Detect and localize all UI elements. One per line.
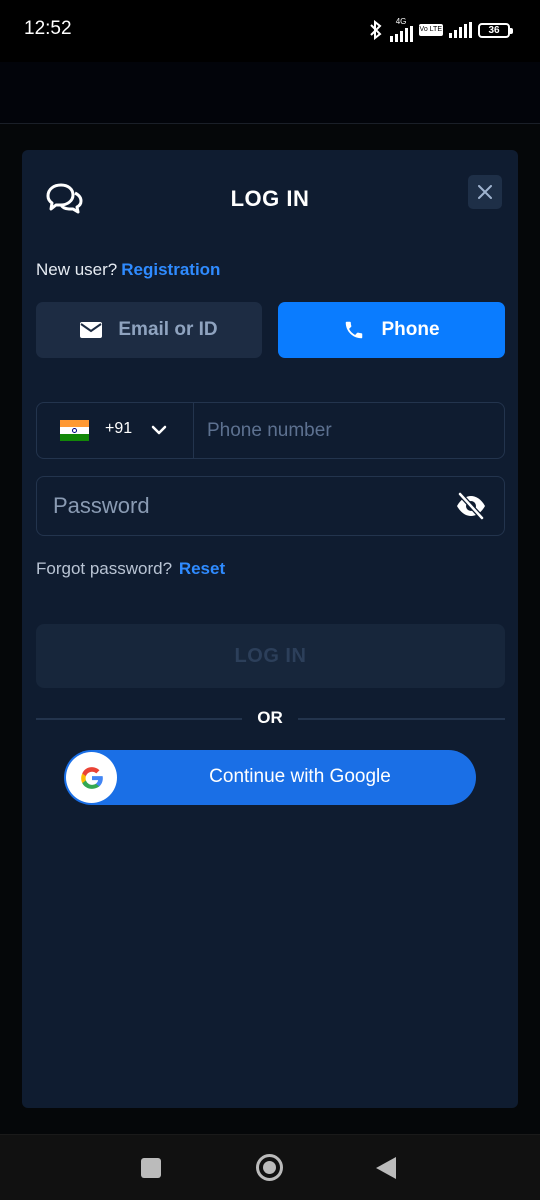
google-logo: [66, 752, 117, 803]
volte-label: Vo LTE: [418, 24, 443, 36]
modal-title: LOG IN: [230, 186, 310, 211]
close-icon: [478, 185, 492, 199]
eye-off-icon[interactable]: [455, 492, 487, 520]
phone-input-row: +91: [36, 402, 505, 459]
tab-email-or-id[interactable]: Email or ID: [36, 302, 262, 358]
divider-left: [36, 718, 242, 720]
forgot-password-row: Forgot password? Reset: [36, 559, 225, 579]
country-code-value: +91: [105, 420, 133, 437]
tab-phone[interactable]: Phone: [278, 302, 505, 358]
back-button[interactable]: [376, 1157, 396, 1179]
continue-with-google-button[interactable]: Continue with Google: [64, 750, 476, 805]
country-code-select[interactable]: +91: [37, 403, 194, 458]
reset-link[interactable]: Reset: [179, 559, 225, 578]
login-button[interactable]: LOG IN: [36, 624, 505, 688]
signal-strength-icon: [389, 26, 413, 42]
status-time: 12:52: [24, 18, 72, 39]
recent-apps-button[interactable]: [141, 1158, 161, 1178]
or-separator: OR: [257, 708, 283, 727]
network-type-label: 4G: [395, 17, 407, 26]
home-button[interactable]: [256, 1154, 283, 1181]
battery-icon: 36: [478, 22, 513, 38]
new-user-row: New user? Registration: [36, 260, 220, 280]
status-bar: 12:52 4G Vo LTE 36: [0, 0, 540, 62]
mail-icon: [80, 322, 103, 338]
signal-strength-icon-2: [449, 22, 472, 38]
status-icons: 4G Vo LTE 36: [368, 17, 513, 43]
google-button-label: Continue with Google: [209, 766, 391, 787]
registration-link[interactable]: Registration: [121, 260, 220, 279]
password-input-row: [36, 476, 505, 536]
phone-number-input[interactable]: [195, 403, 504, 458]
new-user-text: New user?: [36, 260, 118, 279]
divider-right: [298, 718, 505, 720]
chevron-down-icon: [151, 425, 167, 435]
tab-email-label: Email or ID: [118, 319, 218, 340]
tab-phone-label: Phone: [381, 319, 440, 340]
background-header: [0, 62, 540, 124]
navigation-bar: [0, 1134, 540, 1200]
bluetooth-icon: [369, 20, 382, 40]
password-input[interactable]: [37, 477, 437, 535]
google-icon: [80, 766, 103, 789]
forgot-password-text: Forgot password?: [36, 559, 173, 578]
login-modal: LOG IN New user? Registration Email or ID…: [22, 150, 518, 1108]
close-button[interactable]: [468, 175, 502, 209]
phone-icon: [346, 321, 363, 339]
india-flag-icon: [60, 420, 89, 441]
